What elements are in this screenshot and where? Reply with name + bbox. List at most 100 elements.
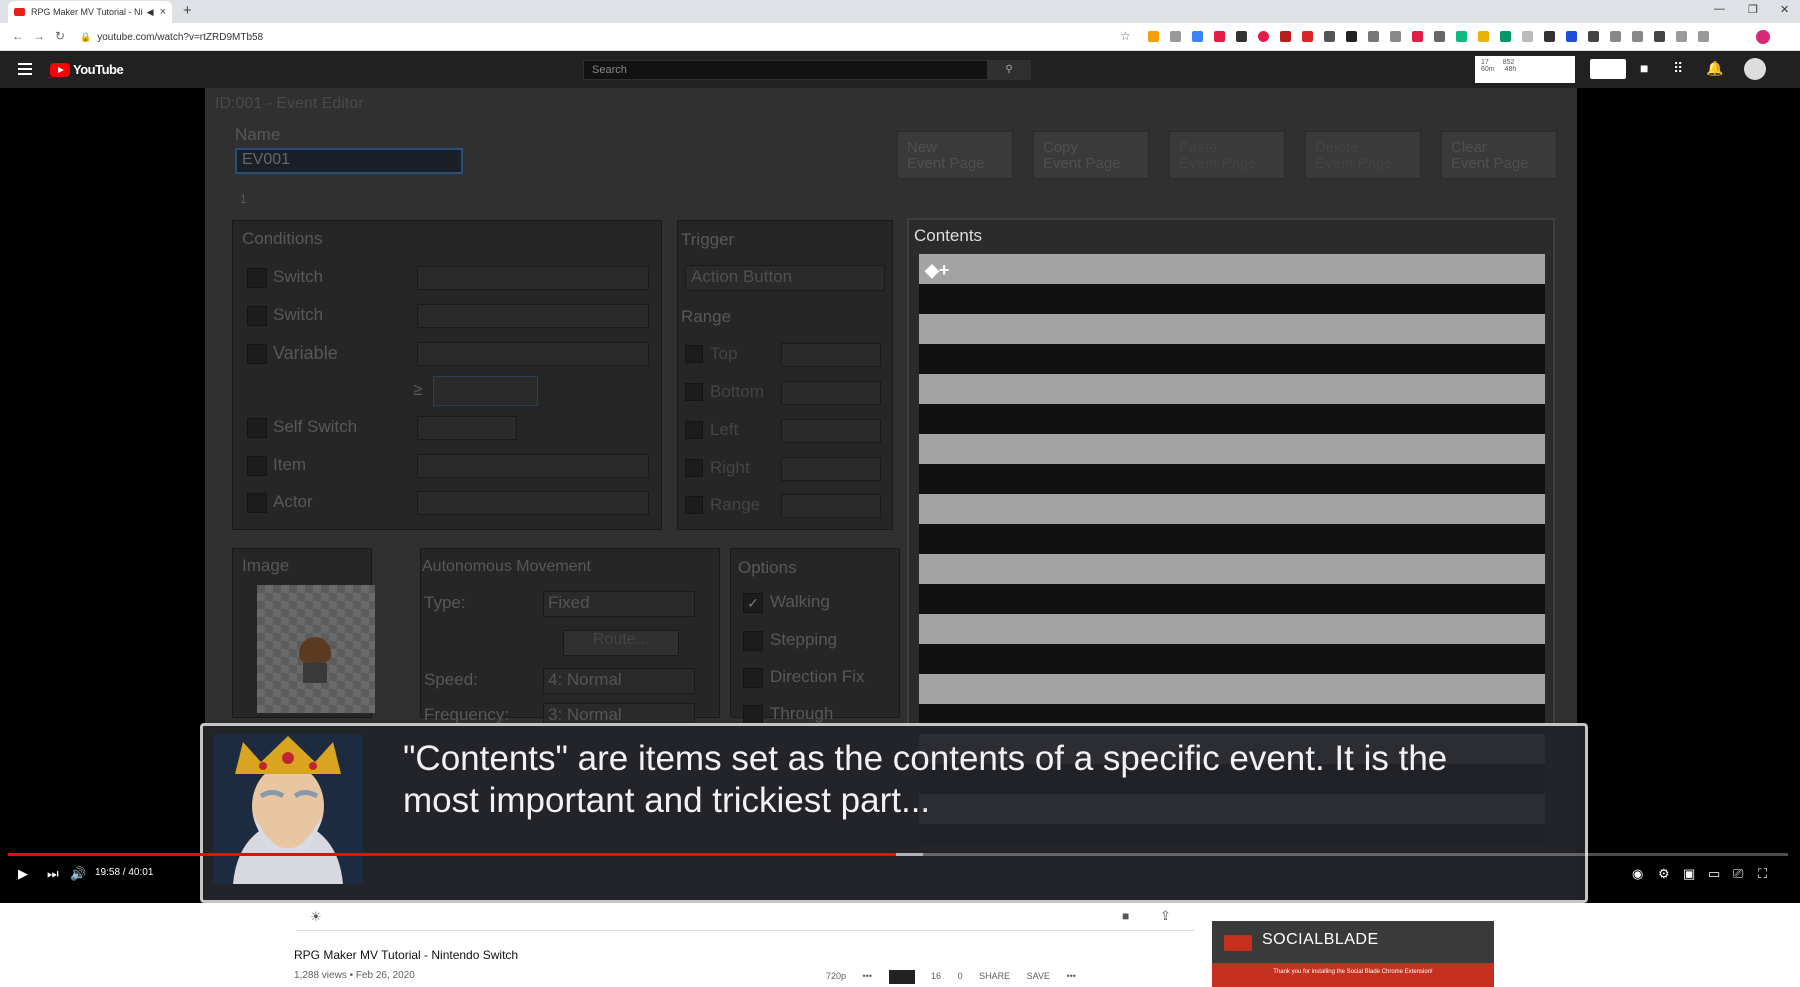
url-field[interactable]: 🔒 youtube.com/watch?v=rtZRD9MTb58 [80,27,1130,47]
walking-checkbox[interactable]: ✓ [743,593,763,613]
condition-checkbox[interactable] [247,418,267,438]
share-button[interactable]: SHARE [979,971,1010,981]
extension-icon[interactable] [1324,31,1335,42]
extension-button[interactable] [1590,59,1626,79]
speed-dropdown[interactable]: 4: Normal [543,668,695,694]
condition-checkbox[interactable] [247,268,267,288]
miniplayer-icon[interactable]: ▣ [1683,866,1695,882]
extension-icon[interactable] [1588,31,1599,42]
back-icon[interactable]: ← [12,29,24,43]
apps-icon[interactable]: ⠿ [1673,60,1683,77]
delete-event-page-button[interactable]: Delete Event Page [1305,131,1421,179]
close-tab-icon[interactable]: × [160,6,166,18]
notifications-icon[interactable]: 🔔 [1706,60,1723,77]
reload-icon[interactable]: ↻ [55,29,65,43]
settings-icon[interactable]: ⚙ [1658,866,1670,882]
extension-icon[interactable] [1148,31,1159,42]
extension-icon[interactable] [1456,31,1467,42]
range-checkbox[interactable] [685,383,703,401]
extension-icon[interactable] [1302,31,1313,42]
user-avatar[interactable] [1744,58,1766,80]
browser-tab[interactable]: RPG Maker MV Tutorial - Ni ◀ × [8,1,172,23]
extension-icon[interactable] [1566,31,1577,42]
profile-avatar[interactable] [1756,30,1770,44]
extension-icon[interactable] [1522,31,1533,42]
play-icon[interactable]: ▶ [18,866,28,882]
restore-icon[interactable]: ❐ [1748,3,1758,16]
range-checkbox[interactable] [685,345,703,363]
create-video-icon[interactable]: ■ [1640,60,1648,76]
extension-icon[interactable] [1170,31,1181,42]
save-button[interactable]: SAVE [1027,971,1050,981]
like-count[interactable]: 16 [931,971,941,981]
download-quality[interactable]: 720p [826,971,846,981]
extension-icon[interactable] [1676,31,1687,42]
camera-icon[interactable]: ■ [1122,909,1129,923]
socialblade-widget[interactable]: SOCIALBLADE Thank you for installing the… [1212,921,1494,987]
range-checkbox[interactable] [685,496,703,514]
more-icon[interactable]: ••• [863,971,872,981]
condition-field[interactable] [417,266,649,290]
range-field[interactable] [781,419,881,443]
condition-checkbox[interactable] [247,456,267,476]
option-checkbox[interactable] [743,631,763,651]
trigger-dropdown[interactable]: Action Button [685,265,885,291]
ext-button-icon[interactable] [888,970,915,984]
search-button[interactable]: ⚲ [987,60,1031,80]
condition-field[interactable] [417,491,649,515]
fullscreen-icon[interactable]: ⛶ [1758,866,1767,882]
video-player[interactable]: ID:001 - Event Editor Name EV001 New Eve… [0,88,1800,903]
extension-icon[interactable] [1214,31,1225,42]
extension-icon[interactable] [1258,31,1269,42]
menu-icon[interactable] [18,63,32,75]
range-field[interactable] [781,457,881,481]
paste-event-page-button[interactable]: Paste Event Page [1169,131,1285,179]
variable-value-field[interactable] [433,376,538,406]
extension-icon[interactable] [1412,31,1423,42]
youtube-logo[interactable]: YouTube [50,62,124,77]
extension-icon[interactable] [1390,31,1401,42]
extension-icon[interactable] [1544,31,1555,42]
forward-icon[interactable]: → [33,29,45,43]
range-field[interactable] [781,343,881,367]
extension-icon[interactable] [1280,31,1291,42]
character-sprite[interactable] [257,585,375,713]
extension-icon[interactable] [1368,31,1379,42]
condition-checkbox[interactable] [247,306,267,326]
new-event-page-button[interactable]: New Event Page [897,131,1013,179]
condition-field[interactable] [417,342,649,366]
screenshot-icon[interactable]: ◉ [1632,866,1643,882]
condition-checkbox[interactable] [247,493,267,513]
option-checkbox[interactable] [743,668,763,688]
extension-icon[interactable] [1698,31,1709,42]
extension-icon[interactable] [1478,31,1489,42]
next-icon[interactable]: ⏭ [47,866,59,882]
share-box-icon[interactable]: ⇪ [1160,908,1171,924]
range-field[interactable] [781,381,881,405]
extension-icon[interactable] [1346,31,1357,42]
range-checkbox[interactable] [685,459,703,477]
cast-icon[interactable]: ⎚ [1733,866,1743,882]
extension-icon[interactable] [1610,31,1621,42]
condition-checkbox[interactable] [247,344,267,364]
bookmark-star-icon[interactable]: ☆ [1120,29,1131,43]
range-field[interactable] [781,494,881,518]
search-input[interactable]: Search [583,60,988,80]
condition-field[interactable] [417,454,649,478]
clear-event-page-button[interactable]: Clear Event Page [1441,131,1557,179]
route-button[interactable]: Route... [563,630,679,656]
progress-bar[interactable] [8,853,1788,856]
option-checkbox[interactable] [743,705,763,725]
theater-icon[interactable]: ▭ [1708,866,1720,882]
extension-icon[interactable] [1236,31,1247,42]
name-field[interactable]: EV001 [235,148,463,174]
close-window-icon[interactable]: ✕ [1780,3,1789,16]
minimize-icon[interactable]: — [1714,3,1725,15]
new-tab-button[interactable]: + [183,2,192,19]
extension-icon[interactable] [1500,31,1511,42]
self-switch-field[interactable] [417,416,517,440]
extension-icon[interactable] [1434,31,1445,42]
more-actions-icon[interactable]: ••• [1066,971,1075,981]
contents-first-line[interactable]: ◆+ [925,260,949,281]
copy-event-page-button[interactable]: Copy Event Page [1033,131,1149,179]
